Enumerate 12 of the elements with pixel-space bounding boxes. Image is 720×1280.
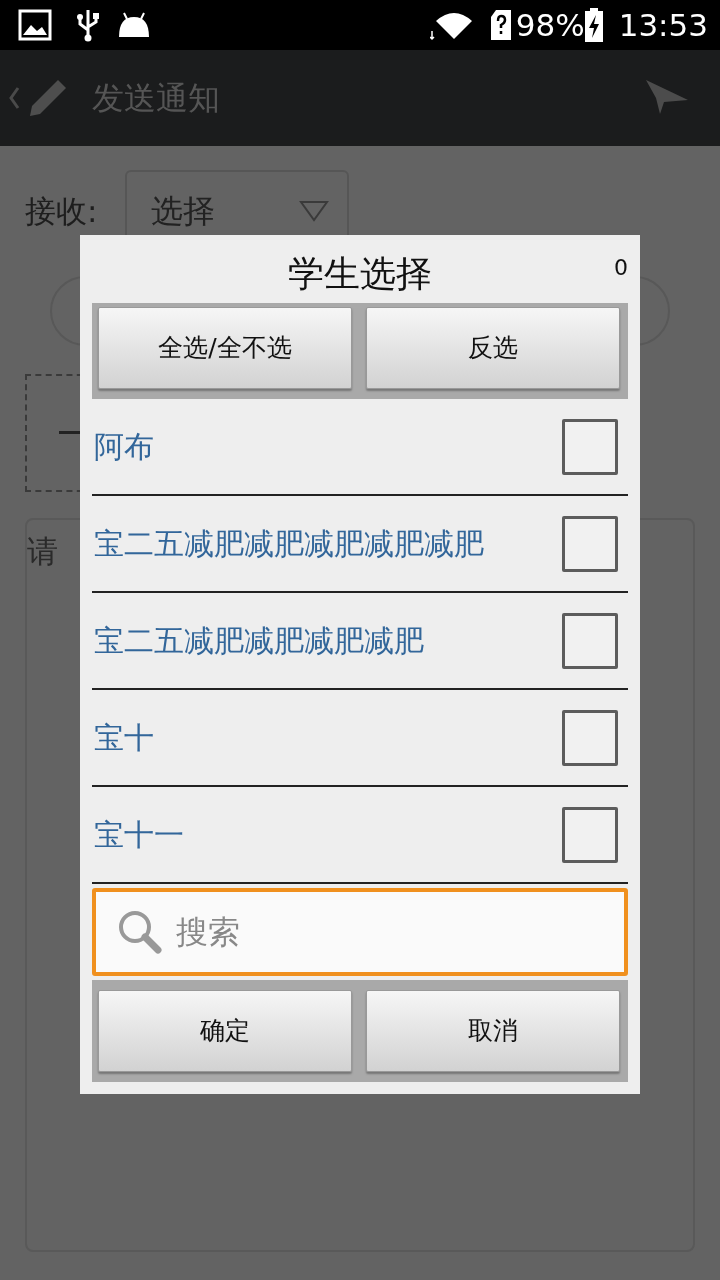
- student-name: 宝十: [93, 719, 154, 757]
- message-placeholder: 请: [27, 533, 58, 569]
- student-name: 宝十一: [93, 816, 184, 854]
- student-name: 阿布: [93, 428, 154, 466]
- battery-percent: 98%: [515, 5, 585, 45]
- clock: 13:53: [618, 5, 708, 45]
- dialog-title: 学生选择: [288, 253, 432, 294]
- receiver-label: 接收:: [25, 191, 98, 231]
- student-name: 宝二五减肥减肥减肥减肥: [93, 622, 424, 660]
- student-name: 宝二五减肥减肥减肥减肥减肥: [93, 525, 484, 563]
- screen-title: 发送通知: [92, 78, 220, 119]
- selected-count: 0: [614, 254, 628, 282]
